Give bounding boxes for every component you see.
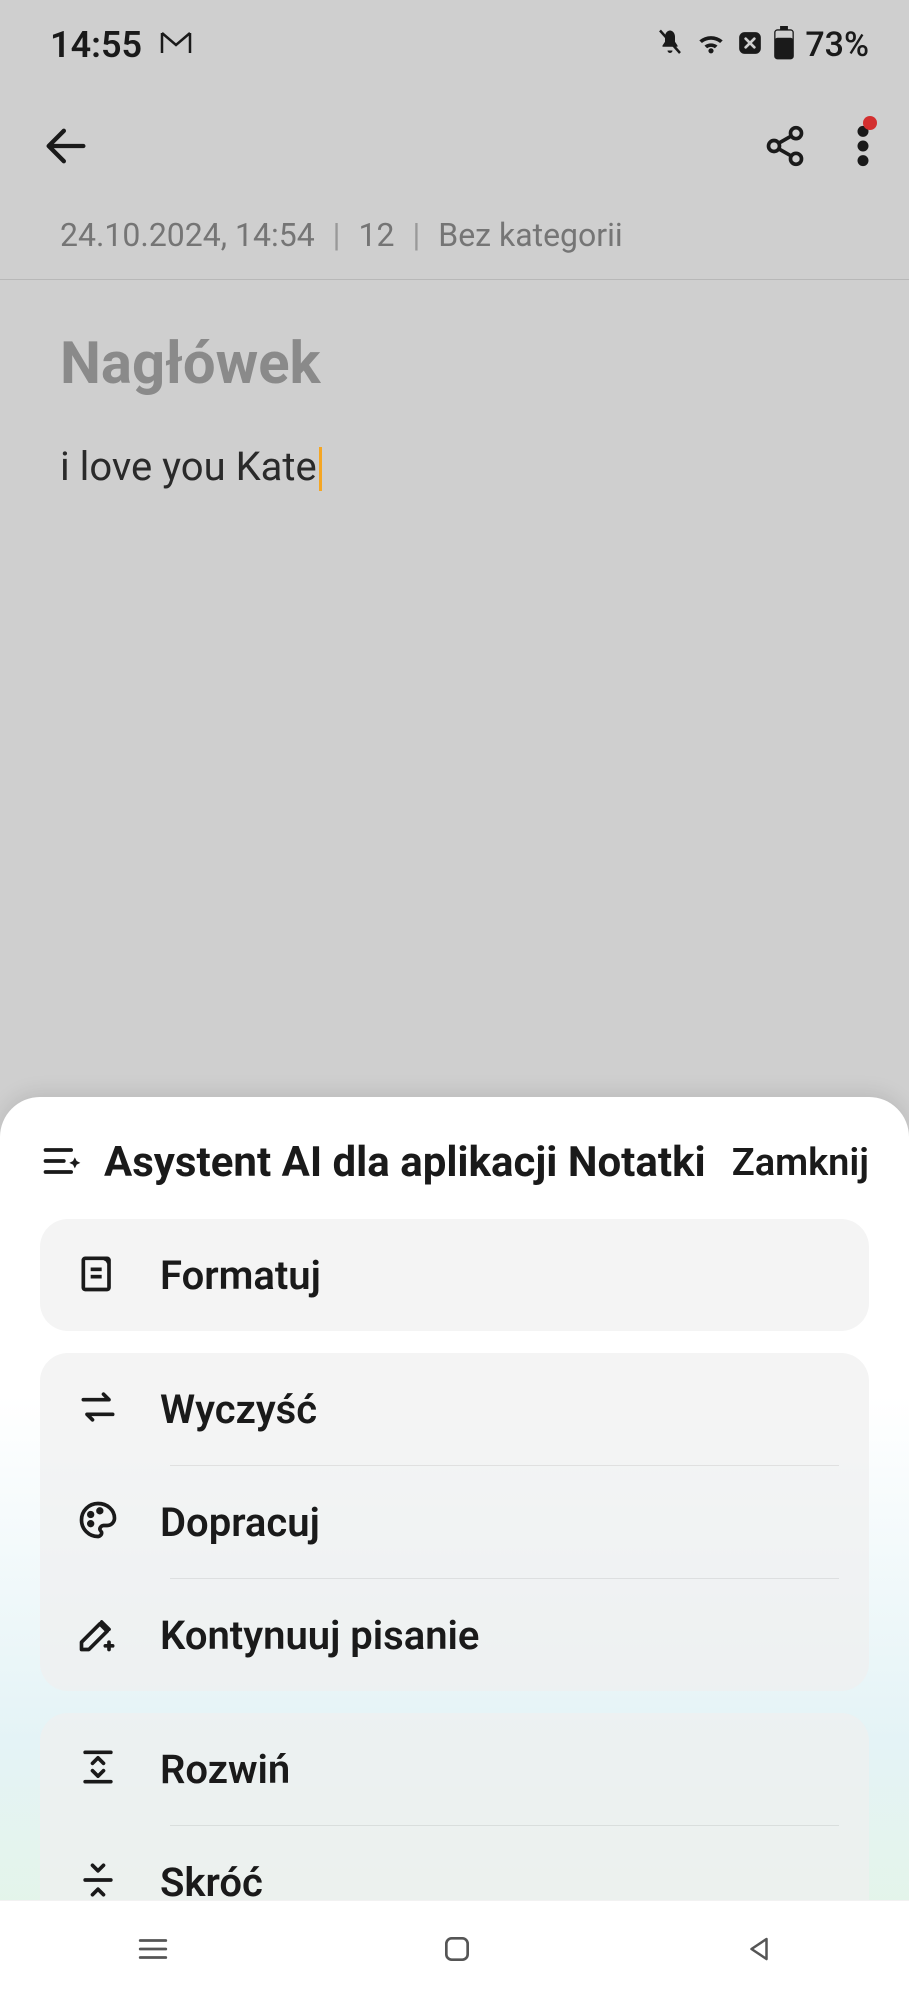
battery-percent: 73% [805, 25, 869, 65]
action-label: Kontynuuj pisanie [160, 1612, 479, 1659]
action-label: Formatuj [160, 1252, 321, 1299]
gmail-icon [160, 31, 192, 59]
shorten-icon [76, 1858, 120, 1906]
format-icon [76, 1251, 120, 1299]
expand-icon [76, 1745, 120, 1793]
close-badge-icon [737, 30, 763, 60]
ai-sparkle-icon [40, 1139, 84, 1187]
status-time: 14:55 [50, 24, 142, 66]
app-header [0, 80, 909, 216]
action-label: Skróć [160, 1859, 263, 1906]
note-meta: 24.10.2024, 14:54 | 12 | Bez kategorii [0, 216, 909, 279]
note-content-area[interactable]: Nagłówek i love you Kate [0, 280, 909, 541]
status-left: 14:55 [50, 24, 192, 66]
status-right: 73% [655, 25, 869, 65]
back-button[interactable] [40, 120, 92, 176]
note-category: Bez kategorii [438, 216, 622, 254]
home-button[interactable] [441, 1933, 473, 1969]
note-body[interactable]: i love you Kate [60, 443, 322, 491]
pencil-plus-icon [76, 1611, 120, 1659]
action-label: Dopracuj [160, 1499, 320, 1546]
action-group: Wyczyść Dopracuj [40, 1353, 869, 1691]
note-date: 24.10.2024, 14:54 [60, 216, 315, 254]
android-nav-bar [0, 1900, 909, 2000]
sheet-header: Asystent AI dla aplikacji Notatki Zamkni… [0, 1137, 909, 1220]
status-bar: 14:55 [0, 0, 909, 80]
sheet-title: Asystent AI dla aplikacji Notatki [104, 1137, 712, 1190]
text-cursor [319, 447, 322, 491]
expand-action[interactable]: Rozwiń [40, 1713, 869, 1825]
share-button[interactable] [763, 124, 807, 172]
action-label: Rozwiń [160, 1746, 290, 1793]
back-nav-button[interactable] [744, 1934, 774, 1968]
wifi-icon [695, 30, 727, 60]
bell-muted-icon [655, 28, 685, 62]
notification-dot [863, 116, 877, 130]
refine-action[interactable]: Dopracuj [40, 1466, 869, 1578]
note-title-placeholder[interactable]: Nagłówek [60, 330, 849, 398]
swap-icon [76, 1385, 120, 1433]
recent-apps-button[interactable] [136, 1934, 170, 1968]
note-char-count: 12 [358, 216, 394, 254]
action-label: Wyczyść [160, 1386, 317, 1433]
format-action[interactable]: Formatuj [40, 1219, 869, 1331]
clear-action[interactable]: Wyczyść [40, 1353, 869, 1465]
close-button[interactable]: Zamknij [732, 1141, 869, 1185]
action-group: Formatuj [40, 1219, 869, 1331]
ai-assistant-sheet: Asystent AI dla aplikacji Notatki Zamkni… [0, 1097, 909, 2000]
palette-icon [76, 1498, 120, 1546]
continue-writing-action[interactable]: Kontynuuj pisanie [40, 1579, 869, 1691]
battery-icon [773, 26, 795, 64]
more-button[interactable] [857, 124, 869, 172]
